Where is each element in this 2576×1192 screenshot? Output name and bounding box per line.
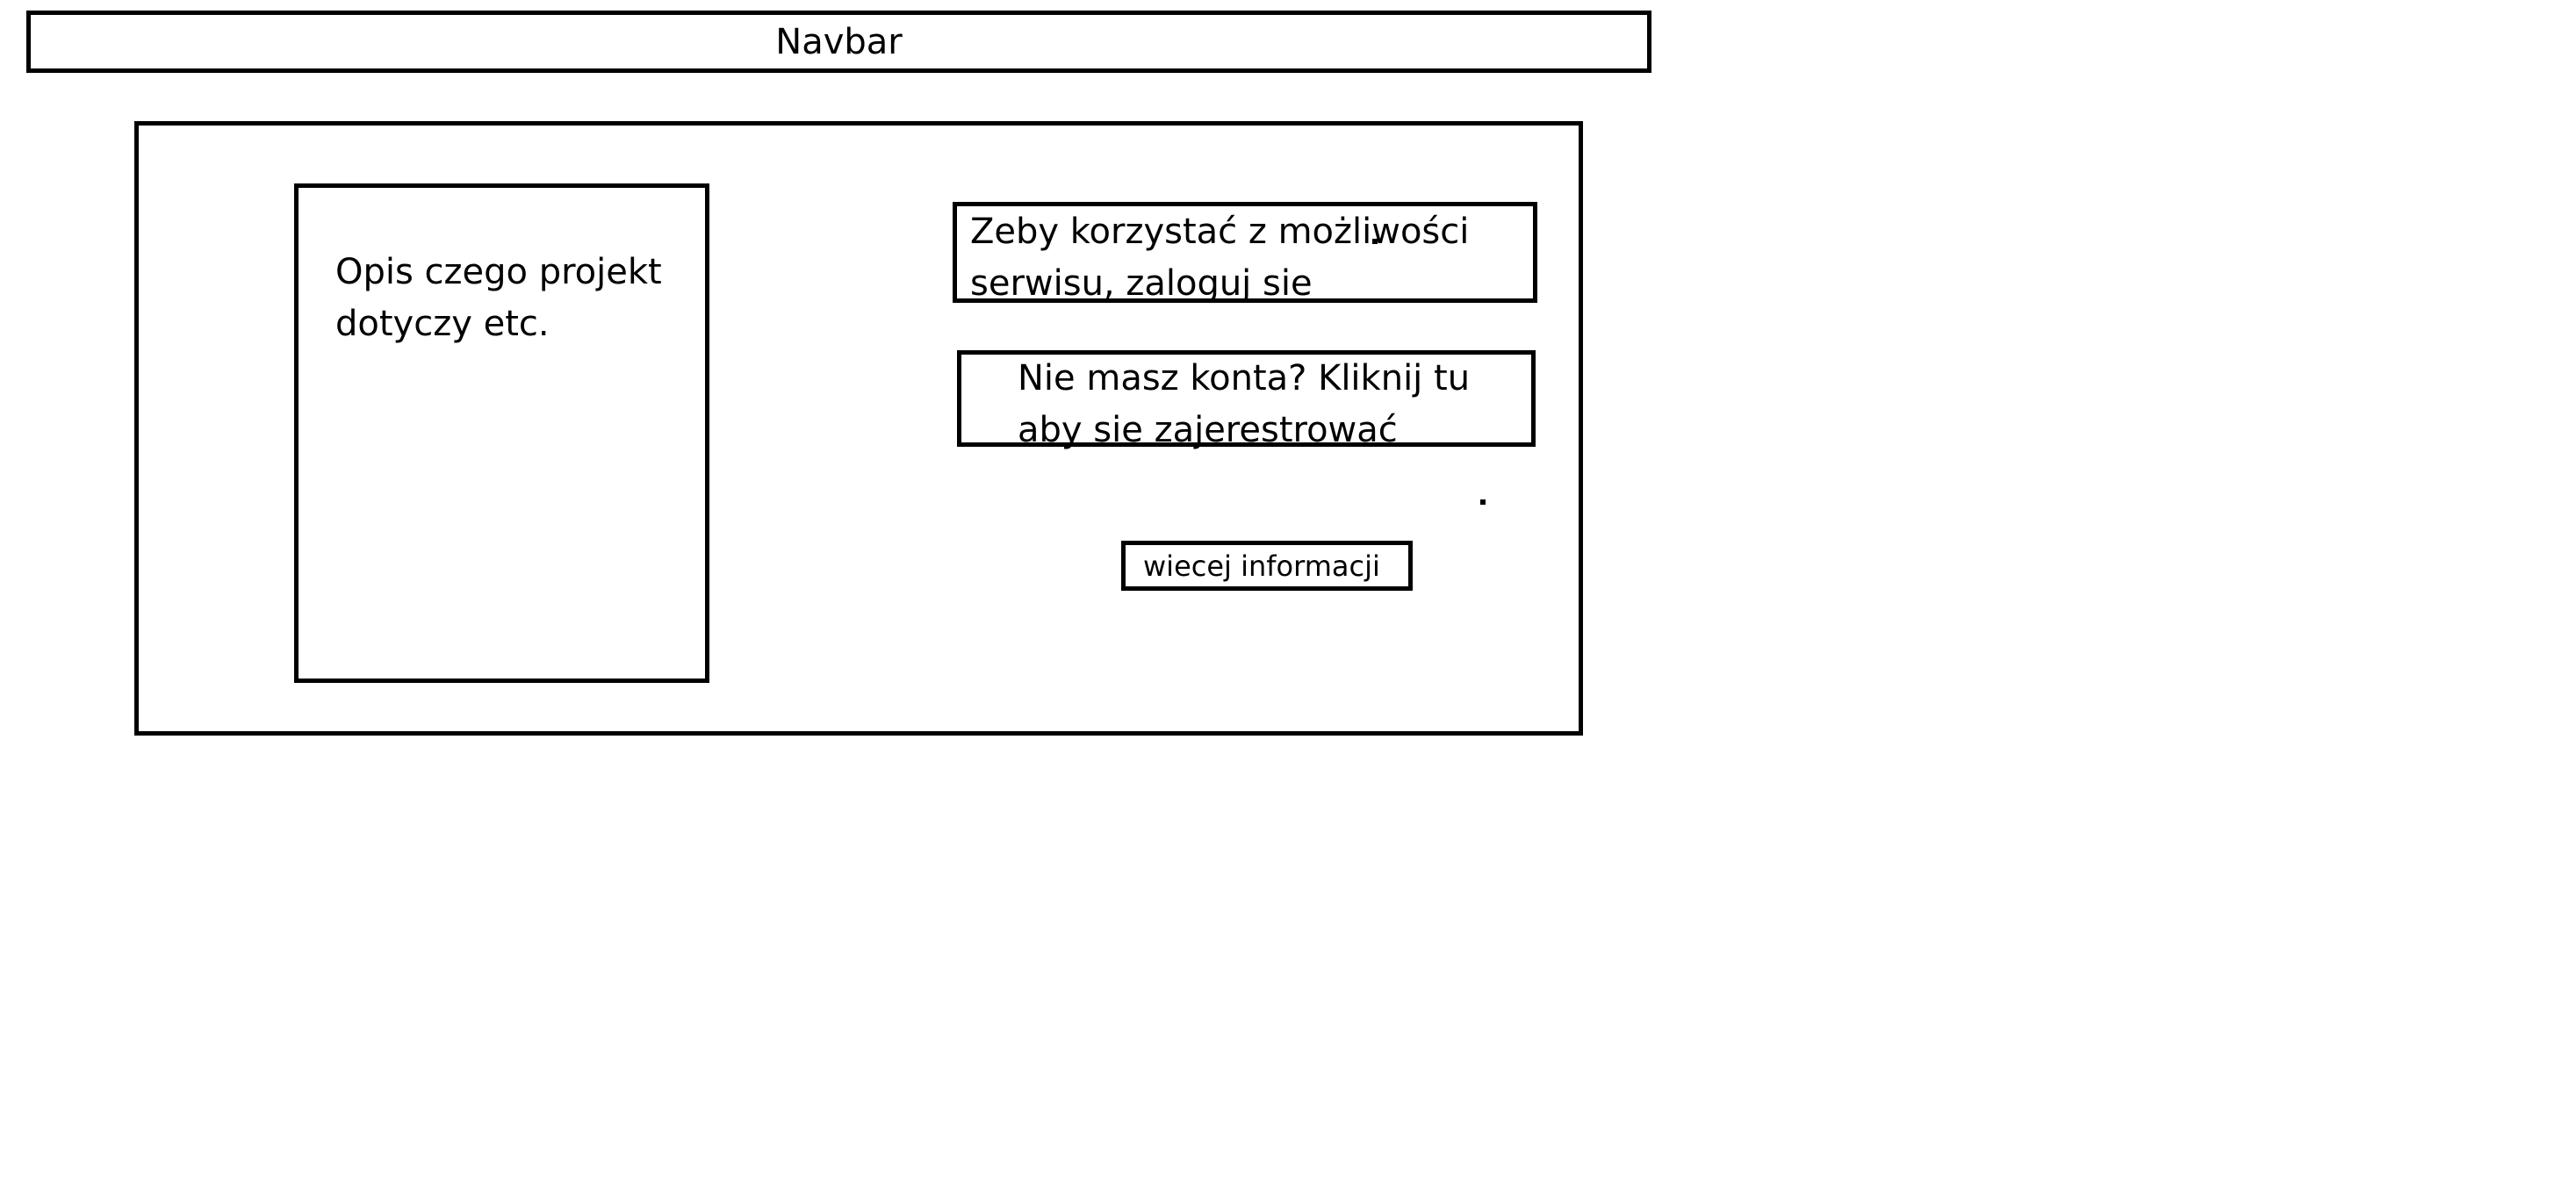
navbar-label: Navbar bbox=[775, 21, 903, 62]
stray-dot bbox=[1480, 499, 1486, 505]
login-prompt-text: Zeby korzystać z możliwości serwisu, zal… bbox=[970, 212, 1470, 304]
register-prompt-box[interactable]: Nie masz konta? Kliknij tu aby sie zajer… bbox=[957, 350, 1536, 450]
more-info-button[interactable]: wiecej informacji bbox=[1121, 541, 1413, 591]
login-prompt-box: Zeby korzystać z możliwości serwisu, zal… bbox=[953, 202, 1537, 304]
register-link[interactable]: Nie masz konta? Kliknij tu aby sie zajer… bbox=[1018, 353, 1536, 456]
description-panel: Opis czego projekt dotyczy etc. bbox=[294, 183, 709, 683]
more-info-label: wiecej informacji bbox=[1143, 549, 1380, 583]
description-text: Opis czego projekt dotyczy etc. bbox=[335, 252, 662, 344]
navbar: Navbar bbox=[26, 11, 1651, 73]
stray-dot bbox=[1372, 239, 1378, 244]
